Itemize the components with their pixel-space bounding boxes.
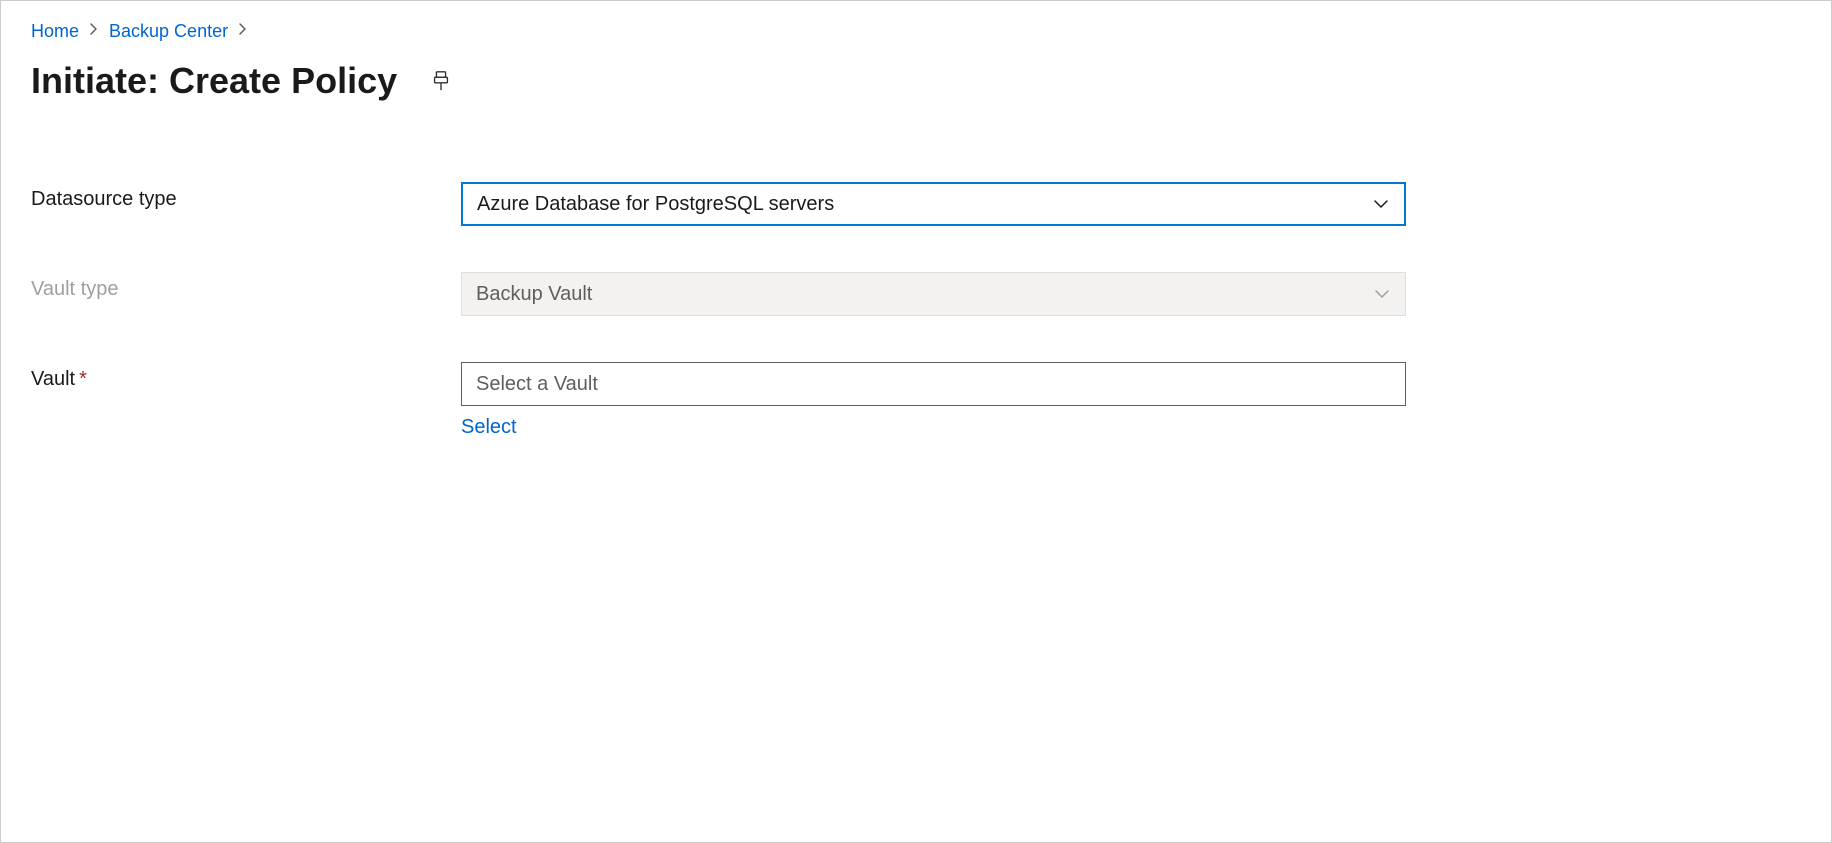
breadcrumb-home[interactable]: Home bbox=[31, 21, 79, 42]
required-star: * bbox=[79, 368, 87, 390]
chevron-down-icon bbox=[1372, 195, 1390, 213]
label-datasource-type: Datasource type bbox=[31, 182, 461, 211]
link-select-vault[interactable]: Select bbox=[461, 416, 517, 439]
row-datasource-type: Datasource type Azure Database for Postg… bbox=[31, 182, 1801, 226]
label-vault: Vault* bbox=[31, 362, 461, 391]
input-vault[interactable]: Select a Vault bbox=[461, 362, 1406, 406]
chevron-down-icon bbox=[1373, 285, 1391, 303]
pin-icon[interactable] bbox=[427, 67, 455, 95]
dropdown-vault-type: Backup Vault bbox=[461, 272, 1406, 316]
breadcrumb: Home Backup Center bbox=[31, 21, 1801, 42]
row-vault-type: Vault type Backup Vault bbox=[31, 272, 1801, 316]
label-vault-type: Vault type bbox=[31, 272, 461, 301]
label-vault-text: Vault bbox=[31, 368, 75, 390]
page-title-row: Initiate: Create Policy bbox=[31, 60, 1801, 102]
input-vault-placeholder: Select a Vault bbox=[476, 373, 598, 396]
dropdown-datasource-type[interactable]: Azure Database for PostgreSQL servers bbox=[461, 182, 1406, 226]
page-title: Initiate: Create Policy bbox=[31, 60, 397, 102]
breadcrumb-backup-center[interactable]: Backup Center bbox=[109, 21, 228, 42]
chevron-right-icon bbox=[89, 22, 99, 41]
chevron-down-icon bbox=[1373, 375, 1391, 393]
dropdown-vault-type-value: Backup Vault bbox=[476, 283, 592, 306]
chevron-right-icon bbox=[238, 22, 248, 41]
row-vault: Vault* Select a Vault Select bbox=[31, 362, 1801, 439]
dropdown-datasource-value: Azure Database for PostgreSQL servers bbox=[477, 193, 834, 216]
